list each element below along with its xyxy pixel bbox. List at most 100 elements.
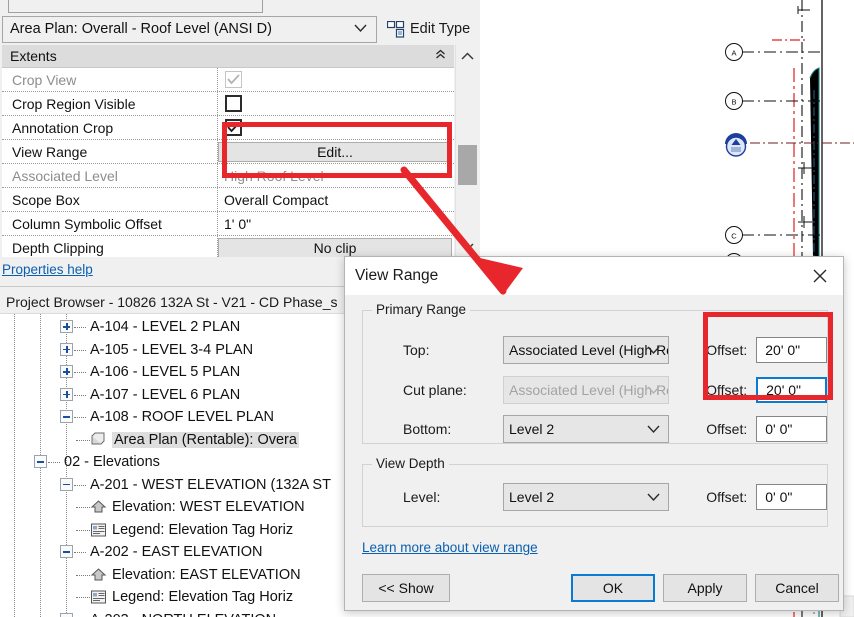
primary-range-group: Primary Range Top: Associated Level (Hig… [362, 302, 828, 444]
collapse-node-icon[interactable] [60, 545, 73, 558]
dialog-title-bar: View Range [345, 257, 843, 295]
type-selector-combo[interactable]: Area Plan: Overall - Roof Level (ANSI D) [2, 15, 377, 43]
cancel-button[interactable]: Cancel [755, 574, 839, 602]
expand-node-icon[interactable] [60, 365, 73, 378]
close-icon[interactable] [797, 257, 843, 295]
view-depth-group: View Depth Level: Level 2 Offset: 0' 0" [362, 456, 828, 527]
properties-scrollbar[interactable] [455, 45, 479, 257]
tree-connector [74, 394, 86, 396]
view-depth-offset-input[interactable]: 0' 0" [756, 484, 827, 510]
expand-node-icon[interactable] [60, 342, 73, 356]
tree-connector [76, 574, 90, 576]
property-row: Scope Box Overall Compact [2, 188, 454, 212]
property-checkbox[interactable] [225, 119, 242, 136]
top-level-combo[interactable]: Associated Level (High Roc [503, 336, 670, 364]
dialog-title: View Range [355, 267, 439, 284]
expand-node-icon[interactable] [60, 387, 73, 401]
apply-button[interactable]: Apply [663, 574, 747, 602]
top-row: Top: Associated Level (High Roc Offset: … [363, 335, 827, 365]
property-name: Depth Clipping [2, 236, 218, 257]
expand-node-icon[interactable] [60, 320, 73, 333]
collapse-node-icon[interactable] [60, 612, 73, 617]
tree-connector [76, 439, 90, 441]
property-row: Column Symbolic Offset 1' 0" [2, 212, 454, 236]
extents-group-label: Extents [10, 48, 57, 64]
collapse-node-icon[interactable] [34, 455, 47, 468]
edit-type-button[interactable]: Edit Type [383, 16, 474, 43]
property-name: Crop Region Visible [2, 92, 218, 115]
properties-grid: Crop View Crop Region Visible Annotation C… [2, 68, 454, 257]
tree-connector [76, 529, 90, 531]
scrollbar-thumb[interactable] [458, 145, 477, 185]
tree-node-label: A-202 - EAST ELEVATION [90, 544, 263, 561]
type-selector-stub [8, 0, 263, 13]
property-checkbox [225, 71, 242, 88]
view-depth-offset-label: Offset: [706, 489, 748, 505]
view-depth-level-combo[interactable]: Level 2 [503, 483, 670, 511]
bottom-offset-value: 0' 0" [765, 421, 793, 437]
cut-plane-offset-label: Offset: [706, 382, 748, 398]
tree-node-label: Legend: Elevation Tag Horiz [112, 521, 294, 538]
tree-connector [74, 372, 86, 373]
property-value: 1' 0" [224, 215, 252, 232]
scroll-up-arrow[interactable] [456, 45, 479, 67]
top-offset-input[interactable]: 20' 0" [756, 337, 827, 363]
collapse-node-icon[interactable] [60, 477, 73, 491]
bottom-row: Bottom: Level 2 Offset: 0' 0" [363, 414, 827, 444]
show-button[interactable]: << Show [362, 574, 450, 602]
tree-node-label: A-107 - LEVEL 6 PLAN [90, 386, 241, 403]
property-edit-button[interactable]: Edit... [218, 141, 452, 162]
property-name: Column Symbolic Offset [2, 212, 218, 235]
tree-connector [74, 552, 86, 553]
chevron-down-icon [647, 489, 660, 505]
property-row: Annotation Crop [2, 116, 454, 140]
svg-text:A: A [731, 49, 736, 58]
chevron-down-icon [647, 342, 660, 358]
property-value[interactable] [218, 92, 454, 115]
extents-group-header[interactable]: Extents [2, 45, 454, 68]
scrollbar-track[interactable] [456, 67, 479, 235]
property-value: High Roof Level [224, 167, 324, 184]
svg-text:C: C [731, 232, 737, 241]
property-row: Crop View [2, 68, 454, 92]
property-name: View Range [2, 140, 218, 163]
property-name: Crop View [2, 68, 218, 91]
chevron-down-icon [647, 382, 660, 398]
type-selector-row: Area Plan: Overall - Roof Level (ANSI D) [2, 15, 478, 43]
tree-node-label: A-203 - NORTH ELEVATION [90, 612, 276, 617]
tree-connector [48, 462, 60, 463]
tree-node-label: A-105 - LEVEL 3-4 PLAN [90, 341, 254, 358]
tree-node-label: A-104 - LEVEL 2 PLAN [90, 319, 241, 336]
tree-connector [74, 484, 86, 486]
bottom-offset-input[interactable]: 0' 0" [756, 416, 827, 442]
learn-more-link[interactable]: Learn more about view range [362, 540, 538, 555]
tree-node-label: A-108 - ROOF LEVEL PLAN [90, 409, 275, 426]
cut-plane-offset-value: 20' 0" [766, 382, 802, 398]
view-depth-level-label: Level: [403, 489, 441, 505]
bottom-level-combo[interactable]: Level 2 [503, 415, 670, 443]
edit-type-label: Edit Type [410, 21, 471, 37]
property-value[interactable]: Edit... [218, 140, 454, 163]
collapse-node-icon[interactable] [60, 410, 73, 423]
scroll-down-arrow[interactable] [456, 235, 479, 257]
properties-palette: Area Plan: Overall - Roof Level (ANSI D) [0, 0, 480, 290]
legend-icon [90, 522, 107, 538]
type-selector-value: Area Plan: Overall - Roof Level (ANSI D) [10, 21, 272, 37]
property-edit-button[interactable]: No clip [218, 237, 452, 257]
cut-plane-offset-input[interactable]: 20' 0" [756, 377, 827, 403]
property-row: Depth Clipping No clip [2, 236, 454, 257]
property-value[interactable]: No clip [218, 236, 454, 257]
tree-node-label: Elevation: EAST ELEVATION [112, 566, 301, 583]
property-checkbox[interactable] [225, 95, 242, 112]
bottom-label: Bottom: [403, 421, 452, 437]
tree-connector [76, 597, 90, 598]
properties-help-link[interactable]: Properties help [2, 262, 93, 277]
chevron-down-icon [354, 21, 367, 37]
property-value[interactable] [218, 68, 454, 91]
edit-type-icon [386, 20, 405, 38]
ok-button[interactable]: OK [571, 574, 655, 602]
double-chevron-up-icon[interactable] [435, 49, 446, 63]
property-value[interactable] [218, 116, 454, 139]
tree-connector [74, 327, 86, 328]
property-row: View Range Edit... [2, 140, 454, 164]
